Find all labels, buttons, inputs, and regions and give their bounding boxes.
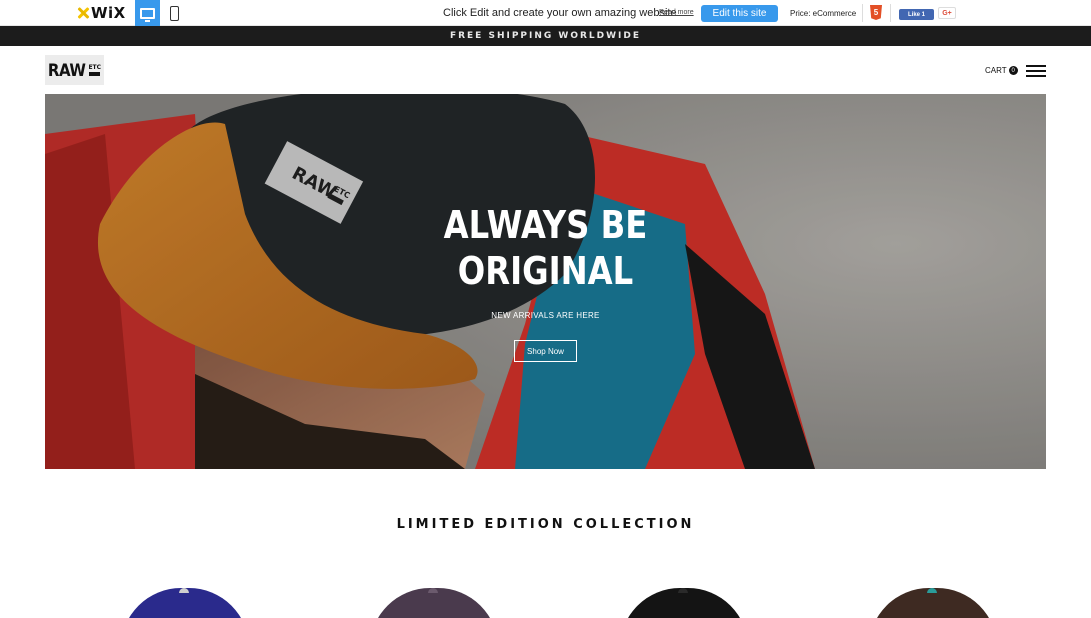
cap-button	[927, 588, 937, 593]
edit-this-site-button[interactable]: Edit this site	[701, 5, 778, 22]
wix-x-icon	[76, 7, 90, 19]
divider	[890, 4, 891, 22]
desktop-view-button[interactable]	[135, 0, 160, 26]
cart-count-badge: 0	[1008, 66, 1018, 75]
cart-label: CART	[985, 66, 1007, 75]
shop-now-button[interactable]: Shop Now	[514, 340, 577, 362]
announcement-bar: FREE SHIPPING WORLDWIDE	[0, 26, 1091, 46]
hero-banner: RAW ETC ALWAYS BE ORIGINAL NEW ARRIVALS …	[45, 94, 1046, 469]
menu-hamburger-icon[interactable]	[1026, 65, 1046, 77]
logo-etc-mark: ETC	[88, 64, 101, 76]
collection-title: LIMITED EDITION COLLECTION	[396, 517, 695, 532]
logo-bar	[89, 72, 101, 76]
google-plus-button[interactable]: G+	[938, 7, 956, 19]
read-more-link[interactable]: Read more	[659, 9, 694, 16]
mobile-phone-icon	[170, 5, 179, 21]
hero-title: ALWAYS BE ORIGINAL	[120, 202, 971, 294]
divider	[862, 4, 863, 22]
desktop-monitor-icon	[140, 7, 155, 22]
price-label: Price: eCommerce	[790, 9, 857, 18]
facebook-like-button[interactable]: Like 1	[899, 9, 934, 20]
wix-top-bar: WiX Click Edit and create your own amazi…	[0, 0, 1091, 26]
cap-button	[428, 588, 438, 593]
mobile-view-button[interactable]	[162, 0, 187, 26]
wix-logo-text: WiX	[91, 4, 126, 22]
wix-promo-text: Click Edit and create your own amazing w…	[443, 7, 677, 19]
hero-subtitle: NEW ARRIVALS ARE HERE	[491, 311, 600, 320]
html5-badge-icon: 5	[870, 5, 882, 20]
cart-link[interactable]: CART 0	[985, 66, 1018, 75]
cap-button	[678, 588, 688, 593]
announcement-text: FREE SHIPPING WORLDWIDE	[449, 31, 642, 41]
logo-main-text: RAW	[47, 59, 86, 81]
wix-logo[interactable]: WiX	[76, 4, 126, 22]
hero-title-line2: ORIGINAL	[457, 249, 634, 293]
hero-title-line1: ALWAYS BE	[443, 203, 648, 247]
site-logo[interactable]: RAW ETC	[45, 55, 104, 85]
logo-sub-text: ETC	[88, 64, 102, 71]
cap-button	[179, 588, 189, 593]
